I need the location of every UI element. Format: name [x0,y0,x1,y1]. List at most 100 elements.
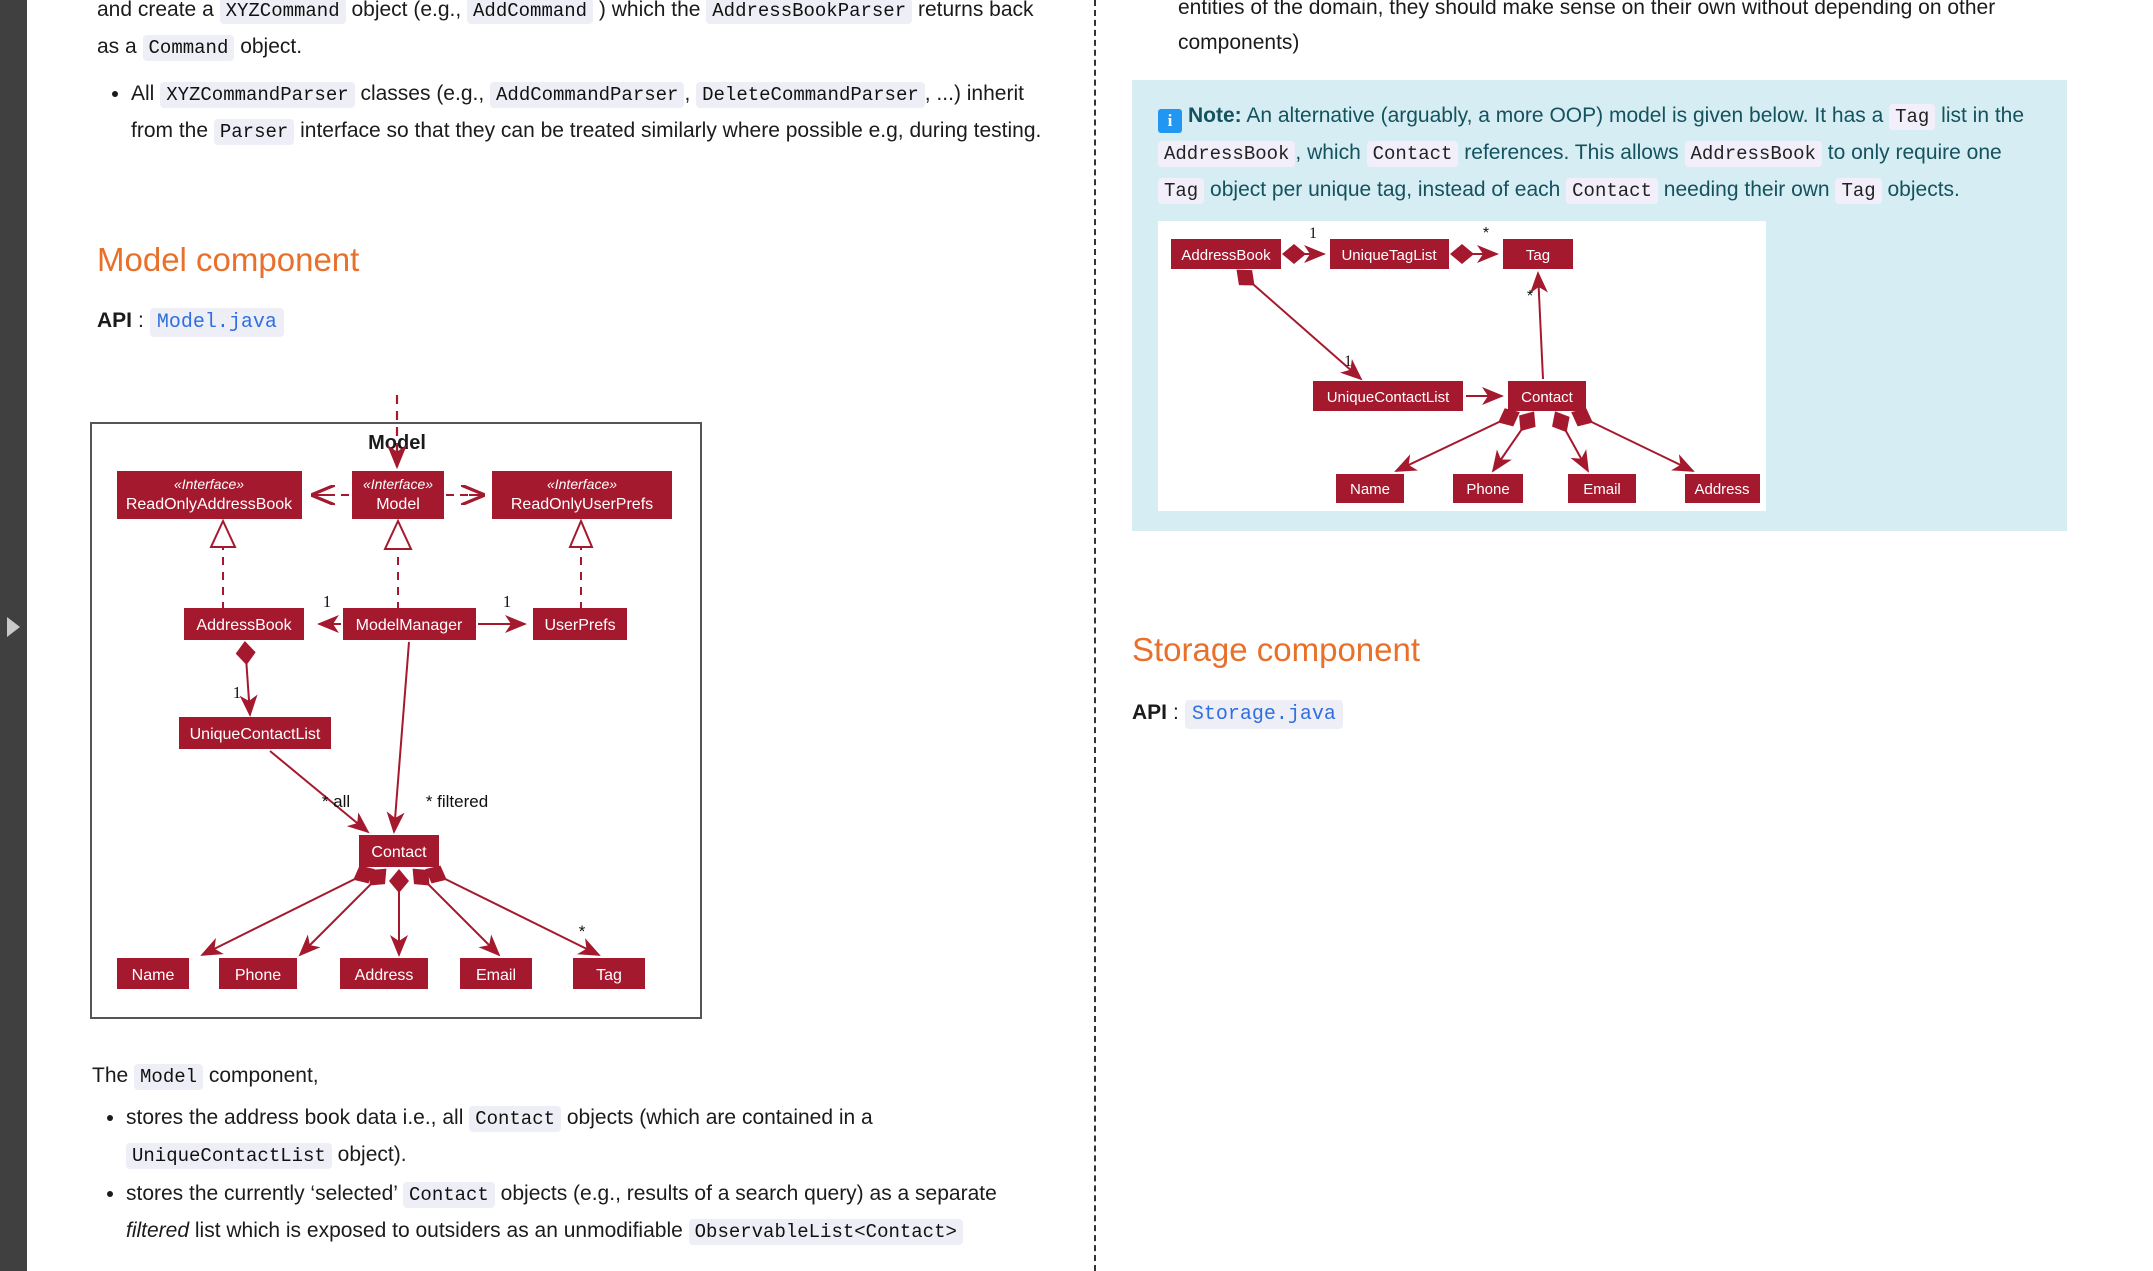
label-addressbook-alt: AddressBook [1181,247,1271,264]
page-title-model-component: Model component [97,241,360,278]
note-text-3: , which [1295,141,1367,164]
intro-text-3: ) which the [593,0,707,21]
bullet-text-1: All [131,82,161,105]
note-text-7: needing their own [1657,178,1836,201]
info-icon: i [1158,109,1182,133]
api-separator: : [138,309,144,332]
b2-emphasis-filtered: filtered [126,1219,190,1242]
list-item: stores the currently ‘selected’ Contact … [126,1176,1052,1250]
note-text-5: to only require one [1821,141,2002,164]
label-email: Email [476,967,516,984]
code-model: Model [134,1064,204,1090]
code-parser: Parser [213,119,295,145]
label-name: Name [132,967,175,984]
intro-paragraph: and create a XYZCommand object (e.g., Ad… [97,0,1057,66]
label-mult-mm-ab: 1 [323,592,332,611]
code-tag-1: Tag [1889,104,1936,130]
label-uniquecontactlist: UniqueContactList [190,726,321,743]
label-address: Address [355,967,414,984]
note-text-8: objects. [1881,178,1960,201]
parser-bullet-list: All XYZCommandParser classes (e.g., AddC… [97,76,1057,150]
model-class-diagram: Model «Interface» ReadOnlyAddressBook «I… [87,395,727,1055]
label-modelmanager: ModelManager [356,617,463,634]
label-readonlyaddressbook: ReadOnlyAddressBook [126,496,293,513]
code-contact-2: Contact [403,1182,495,1208]
api-separator-storage: : [1173,701,1179,724]
label-tag: Tag [596,967,622,984]
model-closing-bullets: stores the address book data i.e., all C… [92,1100,1052,1252]
code-contact-note-2: Contact [1566,178,1658,204]
label-phone: Phone [235,967,281,984]
label-mult-ab-utl: 1 [1309,225,1317,242]
label-readonlyaddressbook-stereo: «Interface» [174,476,244,492]
code-addcommand: AddCommand [467,0,594,24]
list-item: stores the address book data i.e., all C… [126,1100,1052,1174]
label-mult-contact-tag-alt: * [1527,288,1533,305]
api-line-storage: API: Storage.java [1132,697,1343,731]
label-phone-alt: Phone [1466,481,1509,498]
code-tag-3: Tag [1835,178,1882,204]
link-storage-java[interactable]: Storage.java [1184,700,1343,729]
code-contact-1: Contact [469,1106,562,1132]
page-title-storage-component: Storage component [1132,631,1421,668]
link-model-java[interactable]: Model.java [149,308,284,337]
label-readonlyuserprefs: ReadOnlyUserPrefs [511,496,653,513]
b2-text-2: objects (e.g., results of a search query… [494,1182,997,1205]
intro-text-5: object. [234,35,303,58]
note-label: Note: [1188,104,1242,127]
label-addressbook: AddressBook [196,617,292,634]
code-addressbookparser: AddressBookParser [706,0,913,24]
code-deletecommandparser: DeleteCommandParser [696,82,925,108]
code-xyzcommandparser: XYZCommandParser [160,82,355,108]
label-uniquetaglist: UniqueTagList [1341,247,1437,264]
code-xyzcommand: XYZCommand [219,0,346,24]
label-email-alt: Email [1583,481,1621,498]
right-content-column: entities of the domain, they should make… [1132,0,2118,729]
note-text-1: An alternative (arguably, a more OOP) mo… [1241,104,1890,127]
label-tag-alt: Tag [1526,247,1550,264]
note-text-4: references. This allows [1458,141,1685,164]
b1-text-3: object). [331,1143,407,1166]
api-label-storage: API [1132,701,1168,724]
label-address-alt: Address [1694,481,1749,498]
model-closing-lead: The Model component, [92,1058,1042,1095]
triangle-right-icon[interactable] [7,617,20,637]
note-text-6: object per unique tag, instead of each [1204,178,1567,201]
label-name-alt: Name [1350,481,1390,498]
note-text-2: list in the [1935,104,2025,127]
code-addressbook-2: AddressBook [1684,141,1822,167]
left-content-column: and create a XYZCommand object (e.g., Ad… [90,0,1057,1245]
api-label: API [97,309,133,332]
label-contact: Contact [371,844,427,861]
bullet-text-5: interface so that they can be treated si… [294,119,1042,142]
list-item: All XYZCommandParser classes (e.g., AddC… [131,76,1057,150]
code-contact-note-1: Contact [1366,141,1459,167]
label-mult-mm-up: 1 [503,592,512,611]
b1-text-2: objects (which are contained in a [561,1106,873,1129]
code-observablelist-contact: ObservableList<Contact> [688,1219,963,1245]
closing-text-2: component, [203,1064,319,1087]
label-uniquecontactlist-alt: UniqueContactList [1327,389,1450,406]
label-model-interface: Model [376,496,420,513]
label-readonlyuserprefs-stereo: «Interface» [547,476,617,492]
intro-text-1: and create a [97,0,220,21]
code-addcommandparser: AddCommandParser [490,82,685,108]
label-mult-ab-ucl: 1 [233,683,242,702]
intro-text-2: object (e.g., [345,0,468,21]
page-column-divider [1094,0,1096,1271]
left-sidebar-rail [0,0,27,1271]
alternative-model-class-diagram: AddressBook UniqueTagList Tag 1 * 1 Uniq… [1158,221,2041,511]
label-mult-contact-tag: * [579,922,586,941]
bullet-text-2: classes (e.g., [354,82,491,105]
b1-text-1: stores the address book data i.e., all [126,1106,470,1129]
code-uniquecontactlist: UniqueContactList [126,1143,332,1169]
bullet-text-3: , [684,82,697,105]
label-model-stereo: «Interface» [363,476,433,492]
code-command: Command [142,35,235,61]
closing-text-1: The [92,1064,135,1087]
right-top-paragraph: entities of the domain, they should make… [1178,0,1996,54]
label-mult-ab-ucl-alt: 1 [1344,353,1352,370]
label-contact-alt: Contact [1521,389,1574,406]
label-mult-all: * all [322,792,350,811]
b2-text-1: stores the currently ‘selected’ [126,1182,404,1205]
